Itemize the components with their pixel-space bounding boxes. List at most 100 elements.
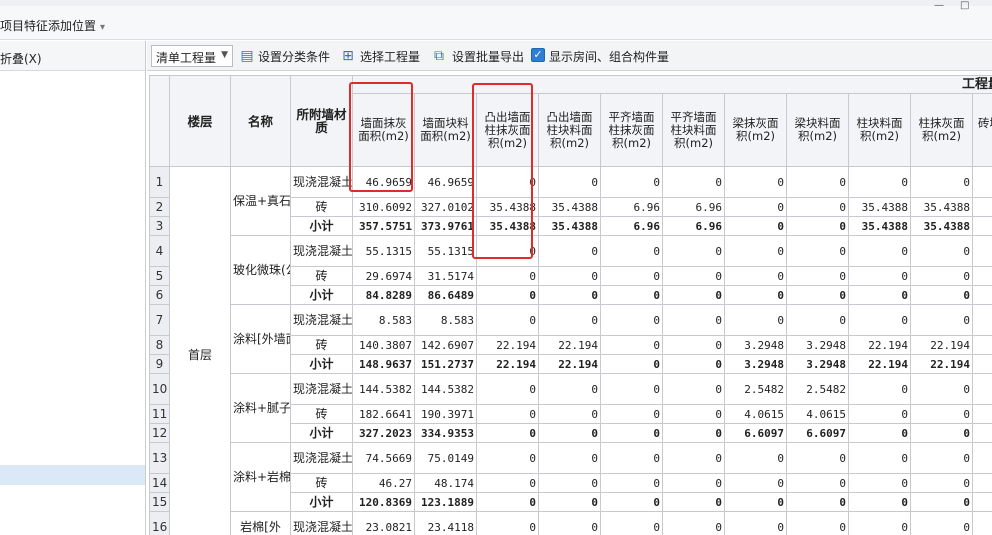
value-cell[interactable]: 0 [538,511,601,535]
value-cell[interactable]: 0 [848,404,911,424]
value-cell[interactable]: 144.5382 [414,373,477,405]
value-cell[interactable]: 0 [476,423,539,443]
value-cell[interactable]: 46.9659 [414,166,477,198]
value-cell[interactable]: 182.6641 [352,404,415,424]
value-cell[interactable]: 182. [971,423,992,443]
value-cell[interactable]: 0 [848,166,911,198]
value-cell[interactable]: 0 [971,304,992,336]
value-cell[interactable]: 0 [600,442,663,474]
value-cell[interactable]: 0 [662,473,725,493]
value-cell[interactable]: 0 [848,285,911,305]
value-cell[interactable]: 0 [538,423,601,443]
value-cell[interactable]: 0 [724,166,787,198]
value-cell[interactable]: 35.4388 [476,216,539,236]
value-cell[interactable]: 0 [910,511,973,535]
value-cell[interactable]: 0 [786,285,849,305]
value-cell[interactable]: 327.0102 [414,197,477,217]
value-cell[interactable]: 0 [600,492,663,512]
quantity-type-select[interactable]: 清单工程量 ▼ [151,45,233,67]
select-quantity-icon[interactable]: ⊞ [340,48,356,64]
value-cell[interactable]: 35.4388 [848,216,911,236]
value-cell[interactable]: 0 [538,235,601,267]
value-cell[interactable]: 310. [971,197,992,217]
value-cell[interactable]: 0 [662,373,725,405]
minimize-icon[interactable]: — [934,0,944,11]
value-cell[interactable]: 0 [600,404,663,424]
batch-export-button[interactable]: 设置批量导出 [452,48,524,65]
value-cell[interactable]: 35.4388 [910,197,973,217]
header-col-3[interactable]: 凸出墙面柱块料面积(m2) [538,93,601,167]
value-cell[interactable]: 310.6092 [352,197,415,217]
value-cell[interactable]: 0 [848,235,911,267]
value-cell[interactable]: 2.5482 [724,373,787,405]
value-cell[interactable]: 0 [662,304,725,336]
value-cell[interactable]: 0 [724,235,787,267]
value-cell[interactable]: 0 [910,404,973,424]
value-cell[interactable]: 0 [786,304,849,336]
value-cell[interactable]: 35.4388 [910,216,973,236]
value-cell[interactable]: 4.0615 [724,404,787,424]
value-cell[interactable]: 0 [600,285,663,305]
table-row[interactable]: 13涂料+岩棉[外墙面]现浇混凝土74.566975.0149000000000 [149,442,992,512]
value-cell[interactable]: 0 [538,166,601,198]
show-rooms-checkbox[interactable]: ✓ [531,48,545,62]
header-col-2[interactable]: 凸出墙面柱抹灰面积(m2) [476,93,539,167]
value-cell[interactable]: 0 [662,404,725,424]
value-cell[interactable]: 0 [724,216,787,236]
value-cell[interactable]: 190.3971 [414,404,477,424]
value-cell[interactable]: 22.194 [476,335,539,355]
value-cell[interactable]: 0 [848,423,911,443]
value-cell[interactable]: 0 [600,335,663,355]
value-cell[interactable]: 0 [600,235,663,267]
value-cell[interactable]: 4 [971,473,992,493]
value-cell[interactable]: 0 [662,235,725,267]
value-cell[interactable]: 182. [971,404,992,424]
table-row[interactable]: 7涂料[外墙面]现浇混凝土8.5838.583000000000 [149,304,992,374]
table-row[interactable]: 1首层保温+真石漆(商业)[外墙面]现浇混凝土46.965946.9659000… [149,166,992,535]
value-cell[interactable]: 4 [971,492,992,512]
value-cell[interactable]: 0 [910,473,973,493]
value-cell[interactable]: 22.194 [910,354,973,374]
header-col-0[interactable]: 墙面抹灰面积(m2) [352,93,415,167]
value-cell[interactable]: 0 [600,166,663,198]
value-cell[interactable]: 0 [786,266,849,286]
header-name[interactable]: 名称 [230,75,291,167]
value-cell[interactable]: 22.194 [476,354,539,374]
value-cell[interactable]: 0 [910,304,973,336]
value-cell[interactable]: 0 [538,473,601,493]
value-cell[interactable]: 0 [476,304,539,336]
value-cell[interactable]: 48.174 [414,473,477,493]
category-settings-icon[interactable]: ▤ [239,48,255,64]
value-cell[interactable]: 0 [600,304,663,336]
value-cell[interactable]: 6.6097 [786,423,849,443]
header-col-1[interactable]: 墙面块料面积(m2) [414,93,477,167]
value-cell[interactable]: 35.4388 [538,216,601,236]
value-cell[interactable]: 0 [786,166,849,198]
value-cell[interactable]: 0 [476,511,539,535]
value-cell[interactable]: 0 [662,285,725,305]
value-cell[interactable]: 3.2948 [786,335,849,355]
value-cell[interactable]: 0 [538,492,601,512]
value-cell[interactable]: 23.4118 [414,511,477,535]
value-cell[interactable]: 0 [724,442,787,474]
value-cell[interactable]: 0 [786,511,849,535]
value-cell[interactable]: 0 [476,492,539,512]
value-cell[interactable]: 0 [662,166,725,198]
value-cell[interactable]: 0 [538,304,601,336]
value-cell[interactable]: 327.2023 [352,423,415,443]
header-col-7[interactable]: 梁块料面积(m2) [786,93,849,167]
value-cell[interactable]: 6.96 [662,216,725,236]
value-cell[interactable]: 0 [600,511,663,535]
value-cell[interactable]: 0 [476,404,539,424]
value-cell[interactable]: 0 [724,285,787,305]
header-material[interactable]: 所附墙材质 [290,75,353,167]
value-cell[interactable]: 0 [538,442,601,474]
value-cell[interactable]: 0 [848,492,911,512]
value-cell[interactable]: 0 [476,166,539,198]
value-cell[interactable]: 0 [910,442,973,474]
value-cell[interactable]: 0 [848,511,911,535]
value-cell[interactable]: 75.0149 [414,442,477,474]
header-col-8[interactable]: 柱块料面积(m2) [848,93,911,167]
value-cell[interactable]: 123.1889 [414,492,477,512]
value-cell[interactable]: 0 [910,166,973,198]
